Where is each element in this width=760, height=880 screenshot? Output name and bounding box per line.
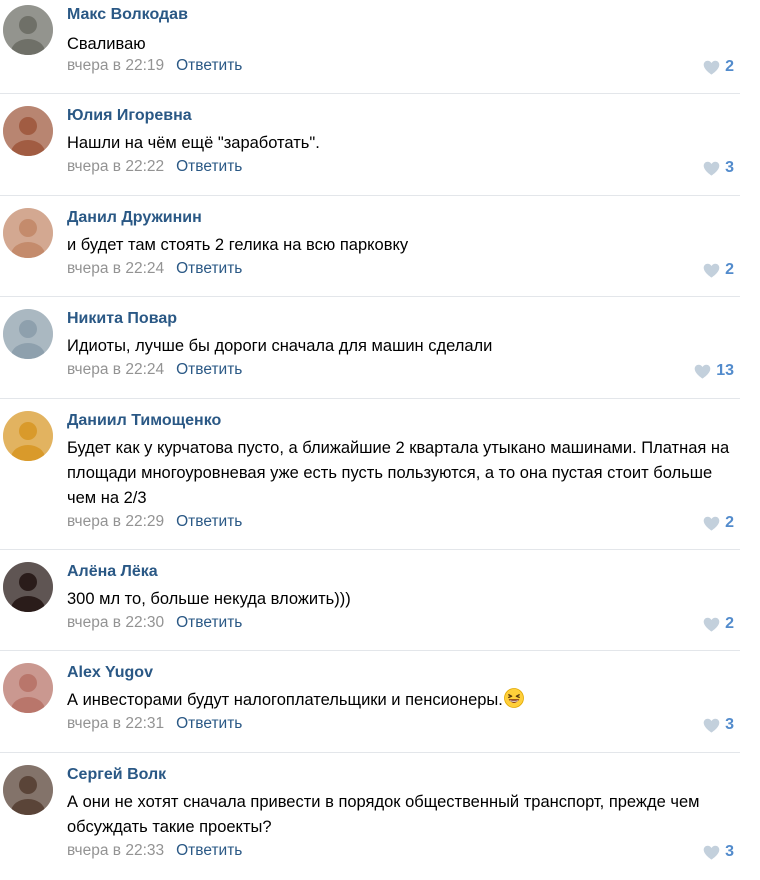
comment-meta: вчера в 22:33 Ответить [67,842,242,860]
like-count: 2 [725,615,734,632]
like-button[interactable]: 3 [703,716,734,734]
comment-meta: вчера в 22:30 Ответить [67,614,242,632]
comment-text: и будет там стоять 2 гелика на всю парко… [67,236,409,254]
comment-time[interactable]: вчера в 22:19 [67,57,164,74]
comment-author[interactable]: Алёна Лёка [67,563,158,581]
reply-button[interactable]: Ответить [176,715,242,732]
comment-meta: вчера в 22:22 Ответить [67,158,242,176]
heart-icon [703,263,720,278]
like-button[interactable]: 2 [703,261,734,279]
like-count: 2 [725,514,734,531]
comment-time[interactable]: вчера в 22:24 [67,361,164,378]
like-button[interactable]: 2 [703,58,734,76]
comment-meta: вчера в 22:29 Ответить [67,513,242,531]
comment-author[interactable]: Сергей Волк [67,766,166,784]
comment-text: Сваливаю [67,35,146,53]
avatar[interactable] [3,5,53,55]
heart-icon [703,845,720,860]
comment-text: Нашли на чём ещё "заработать". [67,134,320,152]
reply-button[interactable]: Ответить [176,361,242,378]
comment-author[interactable]: Данил Дружинин [67,209,202,227]
heart-icon [694,364,711,379]
like-button[interactable]: 2 [703,514,734,532]
comment-item: Макс Волкодав Сваливаю вчера в 22:19 Отве… [0,0,740,94]
laughing-face-emoji-icon [503,688,524,716]
comment-time[interactable]: вчера в 22:30 [67,614,164,631]
avatar[interactable] [3,765,53,815]
heart-icon [703,161,720,176]
comment-time[interactable]: вчера в 22:31 [67,715,164,732]
like-button[interactable]: 3 [703,843,734,861]
avatar[interactable] [3,106,53,156]
comments-list: Макс Волкодав Сваливаю вчера в 22:19 Отве… [0,0,760,880]
comment-author[interactable]: Никита Повар [67,310,177,328]
comment-meta: вчера в 22:31 Ответить [67,715,242,733]
like-button[interactable]: 13 [694,362,734,380]
like-button[interactable]: 2 [703,615,734,633]
heart-icon [703,60,720,75]
like-button[interactable]: 3 [703,159,734,177]
like-count: 2 [725,58,734,75]
like-count: 3 [725,716,734,733]
reply-button[interactable]: Ответить [176,513,242,530]
comment-author[interactable]: Даниил Тимощенко [67,412,221,430]
comment-item: Даниил Тимощенко Будет как у курчатова п… [0,399,740,550]
like-count: 13 [716,362,734,379]
comment-author[interactable]: Юлия Игоревна [67,107,192,125]
comment-item: Никита Повар Идиоты, лучше бы дороги сна… [0,297,740,399]
avatar[interactable] [3,663,53,713]
heart-icon [703,617,720,632]
comment-text: 300 мл то, больше некуда вложить))) [67,590,351,608]
comment-item: Данил Дружинин и будет там стоять 2 гели… [0,196,740,297]
comment-time[interactable]: вчера в 22:22 [67,158,164,175]
avatar[interactable] [3,309,53,359]
avatar[interactable] [3,208,53,258]
comment-item: Алёна Лёка 300 мл то, больше некуда влож… [0,550,740,651]
reply-button[interactable]: Ответить [176,158,242,175]
like-count: 2 [725,261,734,278]
reply-button[interactable]: Ответить [176,57,242,74]
comment-time[interactable]: вчера в 22:33 [67,842,164,859]
comment-item: Alex Yugov А инвесторами будут налогопла… [0,651,740,753]
comment-author[interactable]: Alex Yugov [67,664,153,682]
comment-item: Сергей Волк А они не хотят сначала приве… [0,753,740,880]
comment-item: Юлия Игоревна Нашли на чём ещё "заработа… [0,94,740,196]
avatar[interactable] [3,562,53,612]
heart-icon [703,718,720,733]
comment-meta: вчера в 22:19 Ответить [67,57,242,75]
reply-button[interactable]: Ответить [176,260,242,277]
like-count: 3 [725,159,734,176]
comment-text: А они не хотят сначала привести в порядо… [67,793,700,836]
comment-text-content: А инвесторами будут налогоплательщики и … [67,691,503,709]
like-count: 3 [725,843,734,860]
comment-time[interactable]: вчера в 22:24 [67,260,164,277]
comment-author[interactable]: Макс Волкодав [67,6,188,24]
reply-button[interactable]: Ответить [176,842,242,859]
heart-icon [703,516,720,531]
comment-text: Будет как у курчатова пусто, а ближайшие… [67,439,730,507]
reply-button[interactable]: Ответить [176,614,242,631]
comment-meta: вчера в 22:24 Ответить [67,260,242,278]
comment-meta: вчера в 22:24 Ответить [67,361,242,379]
avatar[interactable] [3,411,53,461]
comment-time[interactable]: вчера в 22:29 [67,513,164,530]
comment-text: Идиоты, лучше бы дороги сначала для маши… [67,337,493,355]
comment-text: А инвесторами будут налогоплательщики и … [67,688,732,716]
